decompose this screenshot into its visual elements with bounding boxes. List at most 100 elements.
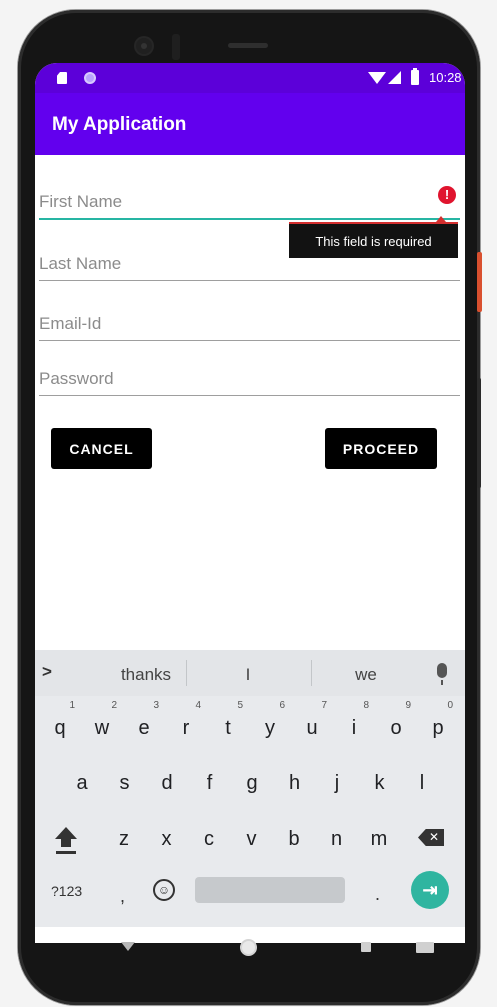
- first-name-input[interactable]: [39, 184, 460, 220]
- key-label: p: [432, 717, 444, 739]
- proceed-button[interactable]: PROCEED: [325, 428, 437, 469]
- period-key[interactable]: .: [375, 884, 380, 905]
- key-j[interactable]: j: [319, 762, 355, 804]
- key-label: q: [54, 717, 66, 739]
- key-g[interactable]: g: [234, 762, 270, 804]
- home-icon[interactable]: [240, 939, 257, 956]
- last-name-input[interactable]: [39, 245, 460, 281]
- key-number-hint: 5: [237, 700, 243, 711]
- suggestion-strip: > thanks I we: [35, 650, 465, 696]
- key-c[interactable]: c: [191, 818, 227, 860]
- comma-key[interactable]: ,: [120, 886, 125, 907]
- suggestion-item[interactable]: I: [190, 665, 306, 685]
- soft-keyboard: > thanks I we q1w2e3r4t5y6u7i8o9p0 asdfg…: [35, 650, 465, 927]
- key-a[interactable]: a: [64, 762, 100, 804]
- symbols-key[interactable]: ?123: [51, 883, 82, 899]
- key-p[interactable]: p0: [420, 701, 456, 749]
- device-screen: 10:28 My Application ! This field is req…: [35, 63, 465, 943]
- key-z[interactable]: z: [106, 818, 142, 860]
- key-label: k: [374, 772, 385, 794]
- back-icon[interactable]: [121, 942, 135, 951]
- key-label: o: [390, 717, 402, 739]
- signal-icon: [388, 71, 401, 84]
- key-h[interactable]: h: [277, 762, 313, 804]
- shift-icon[interactable]: [55, 827, 77, 854]
- key-s[interactable]: s: [107, 762, 143, 804]
- space-key[interactable]: [195, 877, 345, 903]
- suggestion-item[interactable]: thanks: [93, 665, 199, 685]
- last-name-field-wrapper: [39, 241, 460, 281]
- email-field-wrapper: [39, 301, 460, 341]
- key-e[interactable]: e3: [126, 701, 162, 749]
- key-label: v: [246, 828, 257, 850]
- key-number-hint: 0: [447, 700, 453, 711]
- key-label: l: [419, 772, 425, 794]
- key-f[interactable]: f: [192, 762, 228, 804]
- key-label: y: [265, 717, 275, 739]
- key-v[interactable]: v: [234, 818, 270, 860]
- key-number-hint: 8: [363, 700, 369, 711]
- key-label: s: [119, 772, 130, 794]
- enter-next-icon[interactable]: ⇥: [411, 871, 449, 909]
- key-label: x: [161, 828, 172, 850]
- key-label: r: [182, 717, 190, 739]
- key-number-hint: 6: [279, 700, 285, 711]
- cancel-button[interactable]: CANCEL: [51, 428, 152, 469]
- key-label: h: [288, 772, 301, 794]
- key-label: t: [225, 717, 231, 739]
- first-name-field-wrapper: [39, 180, 460, 220]
- front-camera-icon: [136, 38, 152, 54]
- key-t[interactable]: t5: [210, 701, 246, 749]
- key-label: u: [306, 717, 318, 739]
- key-d[interactable]: d: [149, 762, 185, 804]
- error-icon[interactable]: !: [438, 186, 456, 204]
- key-x[interactable]: x: [149, 818, 185, 860]
- key-label: n: [330, 828, 343, 850]
- key-label: b: [288, 828, 300, 850]
- microphone-icon[interactable]: [437, 663, 447, 685]
- key-l[interactable]: l: [404, 762, 440, 804]
- recents-icon[interactable]: [361, 942, 371, 952]
- key-y[interactable]: y6: [252, 701, 288, 749]
- suggestion-divider: [186, 660, 187, 686]
- key-label: w: [94, 717, 110, 739]
- password-field-wrapper: [39, 356, 460, 396]
- expand-chevron-icon[interactable]: >: [42, 662, 52, 682]
- password-input[interactable]: [39, 360, 460, 396]
- key-label: m: [370, 828, 388, 850]
- key-o[interactable]: o9: [378, 701, 414, 749]
- key-number-hint: 1: [69, 700, 75, 711]
- notification-dot-icon: [84, 72, 96, 84]
- key-b[interactable]: b: [276, 818, 312, 860]
- key-w[interactable]: w2: [84, 701, 120, 749]
- key-label: i: [351, 717, 357, 739]
- email-input[interactable]: [39, 305, 460, 341]
- navigation-bar: [35, 927, 465, 967]
- emoji-icon[interactable]: ☺: [153, 879, 175, 901]
- key-n[interactable]: n: [319, 818, 355, 860]
- key-label: j: [334, 772, 340, 794]
- key-number-hint: 3: [153, 700, 159, 711]
- key-label: f: [206, 772, 213, 794]
- status-time: 10:28: [429, 70, 462, 85]
- backspace-icon[interactable]: ✕: [418, 829, 444, 846]
- key-r[interactable]: r4: [168, 701, 204, 749]
- keyboard-switch-icon[interactable]: [416, 942, 434, 953]
- key-label: d: [161, 772, 173, 794]
- key-number-hint: 2: [111, 700, 117, 711]
- volume-button: [477, 378, 481, 488]
- key-q[interactable]: q1: [42, 701, 78, 749]
- wifi-icon: [368, 72, 386, 84]
- key-i[interactable]: i8: [336, 701, 372, 749]
- key-label: a: [76, 772, 88, 794]
- key-label: g: [246, 772, 258, 794]
- key-k[interactable]: k: [362, 762, 398, 804]
- app-title: My Application: [52, 114, 187, 135]
- key-number-hint: 9: [405, 700, 411, 711]
- key-label: e: [138, 717, 150, 739]
- suggestion-item[interactable]: we: [311, 665, 421, 685]
- key-m[interactable]: m: [361, 818, 397, 860]
- status-bar: 10:28: [35, 63, 465, 93]
- sensor-icon: [172, 34, 180, 60]
- key-u[interactable]: u7: [294, 701, 330, 749]
